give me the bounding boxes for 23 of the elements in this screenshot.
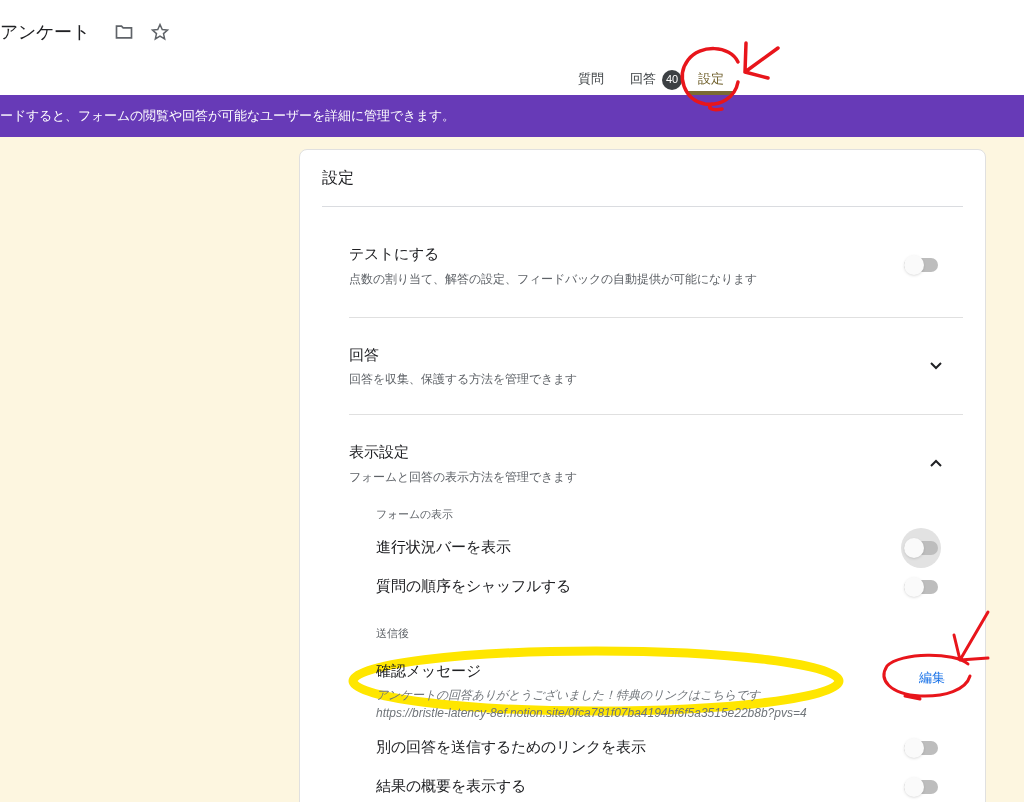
section-title: 表示設定 (349, 442, 410, 462)
count-badge: 40 (662, 69, 682, 90)
section-description: フォームと回答の表示方法を管理できます (349, 468, 577, 486)
section-description: 点数の割り当て、解答の設定、フィードバックの自動提供が可能になります (349, 270, 757, 288)
setting-label: 別の回答を送信するためのリンクを表示 (376, 737, 646, 758)
toggle-switch[interactable] (901, 527, 941, 568)
annotation-arrow (952, 610, 990, 662)
section-title: テストにする (349, 244, 440, 264)
folder-icon[interactable] (114, 22, 134, 42)
section-title: 回答 (349, 344, 380, 365)
tab[interactable]: 質問 (568, 64, 614, 95)
banner-text: ードすると、フォームの閲覧や回答が可能なユーザーを詳細に管理できます。 (0, 107, 455, 126)
group-heading: 送信後 (376, 626, 410, 641)
setting-label: 質問の順序をシャッフルする (376, 576, 571, 597)
setting-label: 結果の概要を表示する (376, 776, 526, 797)
group-heading: フォームの表示 (376, 506, 454, 522)
section-description: 回答を収集、保護する方法を管理できます (349, 371, 577, 388)
form-title: アンケート (0, 20, 90, 44)
annotation-arrow (743, 41, 780, 80)
setting-label: 進行状況バーを表示 (376, 537, 511, 558)
star-icon[interactable] (150, 22, 170, 42)
edit-button[interactable]: 編集 (911, 667, 953, 687)
card-title: 設定 (322, 168, 354, 188)
